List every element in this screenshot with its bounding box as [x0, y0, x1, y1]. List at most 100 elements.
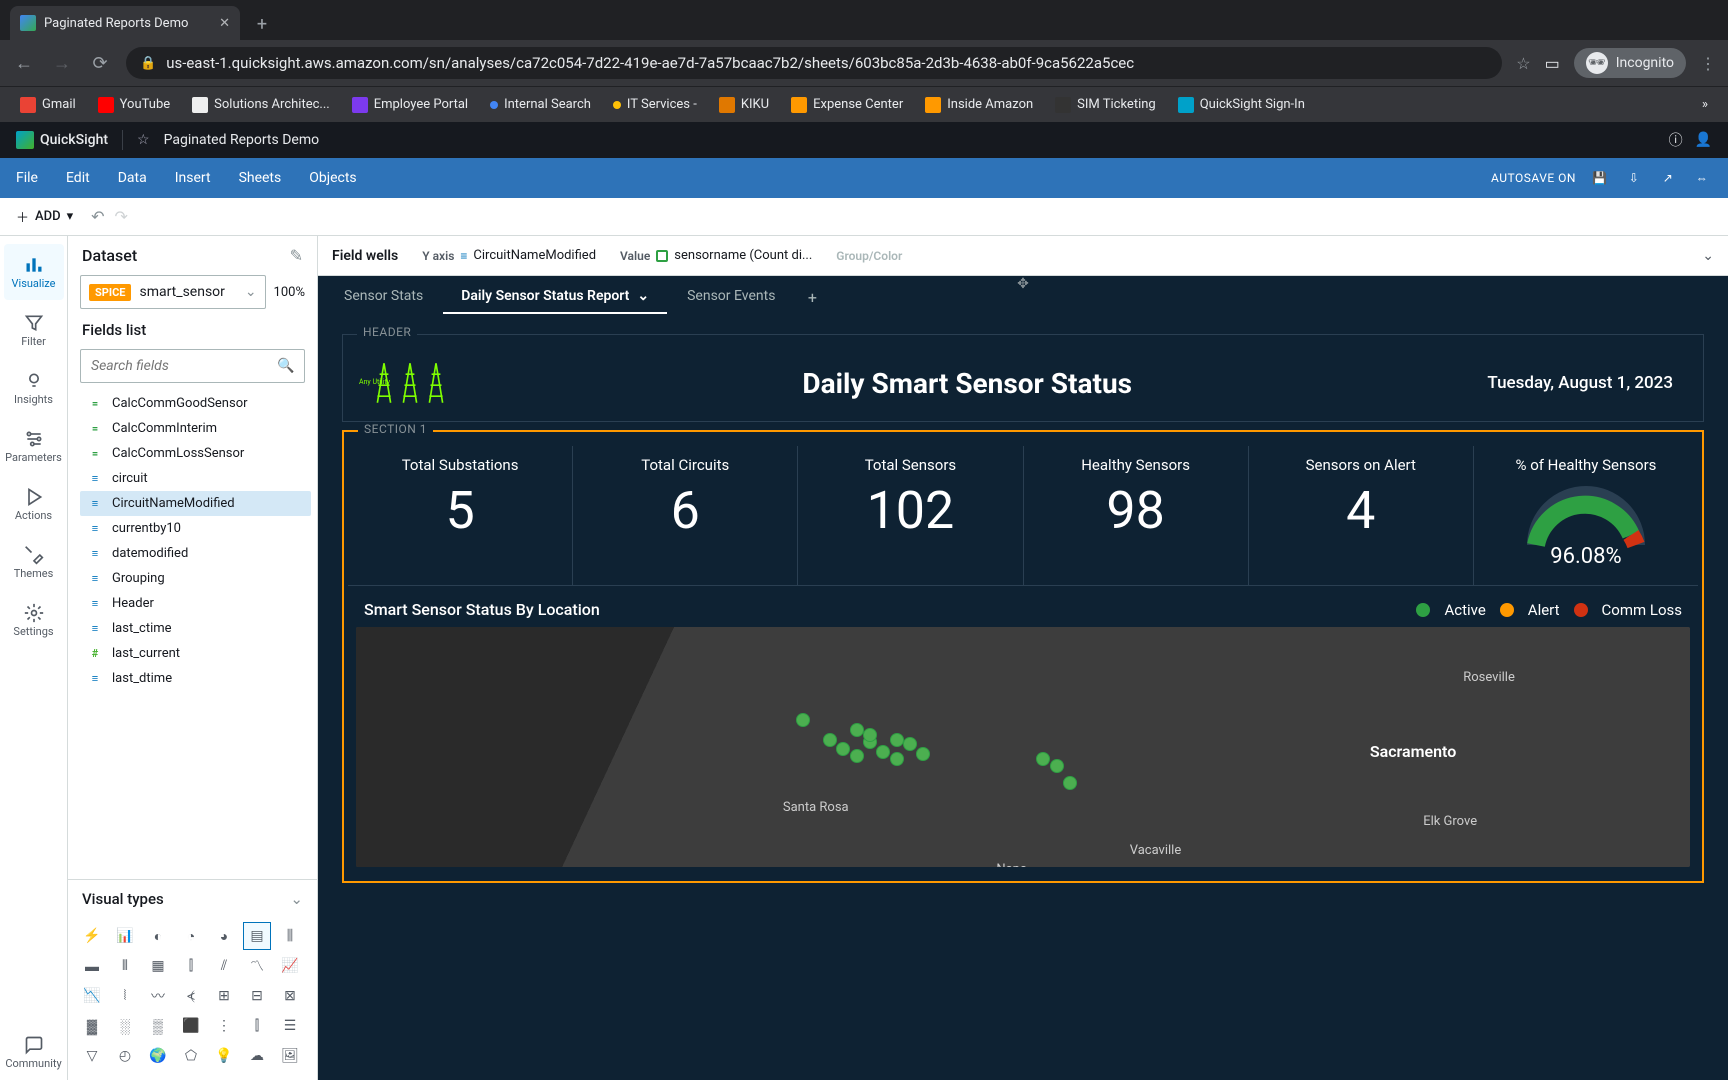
- kpi-3[interactable]: Healthy Sensors98: [1024, 446, 1249, 585]
- menu-edit[interactable]: Edit: [66, 170, 90, 186]
- menu-insert[interactable]: Insert: [175, 170, 211, 186]
- field-currentby10[interactable]: ≡currentby10: [80, 516, 311, 541]
- rail-settings[interactable]: Settings: [4, 592, 64, 648]
- sensor-dot[interactable]: [876, 745, 890, 759]
- visual-type-4[interactable]: ◕: [210, 922, 238, 950]
- visual-type-26[interactable]: ⫿: [243, 1012, 271, 1040]
- visual-type-27[interactable]: ☰: [276, 1012, 304, 1040]
- field-last_dtime[interactable]: ≡last_dtime: [80, 666, 311, 691]
- sheet-tab-sensor-events[interactable]: Sensor Events: [669, 280, 793, 314]
- bookmark-gmail[interactable]: Gmail: [12, 93, 84, 117]
- visual-type-5[interactable]: ▤: [243, 922, 271, 950]
- new-tab-button[interactable]: +: [246, 8, 278, 40]
- menu-objects[interactable]: Objects: [309, 170, 356, 186]
- bookmark-solutions[interactable]: Solutions Architec...: [184, 93, 338, 117]
- bookmark-kiku[interactable]: KIKU: [711, 93, 777, 117]
- menu-sheets[interactable]: Sheets: [239, 170, 282, 186]
- visual-type-0[interactable]: ⚡: [78, 922, 106, 950]
- search-input[interactable]: [91, 358, 269, 374]
- close-tab-icon[interactable]: ✕: [219, 16, 230, 31]
- visual-type-24[interactable]: ⬛: [177, 1012, 205, 1040]
- visual-type-32[interactable]: 💡: [210, 1042, 238, 1070]
- field-well-yaxis[interactable]: Y axis ≡ CircuitNameModified: [422, 248, 596, 263]
- menu-data[interactable]: Data: [118, 170, 147, 186]
- rail-themes[interactable]: Themes: [4, 534, 64, 590]
- help-icon[interactable]: ⓘ: [1669, 130, 1683, 150]
- bookmark-youtube[interactable]: YouTube: [90, 93, 179, 117]
- field-wells-chevron-icon[interactable]: ⌄: [1702, 248, 1714, 264]
- kpi-0[interactable]: Total Substations5: [348, 446, 573, 585]
- back-button[interactable]: ←: [12, 51, 36, 75]
- drag-handle-icon[interactable]: ✥: [1017, 276, 1029, 292]
- visual-type-11[interactable]: ⫽: [210, 952, 238, 980]
- add-button[interactable]: ＋ ADD ▾: [16, 207, 73, 226]
- visual-type-18[interactable]: ⊞: [210, 982, 238, 1010]
- visual-type-9[interactable]: ▦: [144, 952, 172, 980]
- rail-visualize[interactable]: Visualize: [4, 244, 64, 300]
- edit-dataset-icon[interactable]: ✎: [290, 246, 303, 265]
- visual-type-31[interactable]: ⬠: [177, 1042, 205, 1070]
- visual-type-34[interactable]: 🖼: [276, 1042, 304, 1070]
- rail-insights[interactable]: Insights: [4, 360, 64, 416]
- visual-type-1[interactable]: 📊: [111, 922, 139, 950]
- sensor-dot[interactable]: [863, 728, 877, 742]
- sensor-dot[interactable]: [823, 733, 837, 747]
- visual-type-23[interactable]: ▒: [144, 1012, 172, 1040]
- kpi-5[interactable]: % of Healthy Sensors 96.08%: [1474, 446, 1698, 585]
- field-last_ctime[interactable]: ≡last_ctime: [80, 616, 311, 641]
- bookmarks-overflow[interactable]: »: [1694, 93, 1716, 116]
- visual-type-22[interactable]: ░: [111, 1012, 139, 1040]
- bookmark-sim-ticketing[interactable]: SIM Ticketing: [1047, 93, 1164, 117]
- browser-tab[interactable]: Paginated Reports Demo ✕: [10, 6, 240, 40]
- fields-list[interactable]: =CalcCommGoodSensor=CalcCommInterim=Calc…: [68, 389, 317, 879]
- incognito-badge[interactable]: 🕶 Incognito: [1574, 48, 1686, 78]
- sensor-dot[interactable]: [1050, 759, 1064, 773]
- visual-type-33[interactable]: ☁: [243, 1042, 271, 1070]
- quicksight-logo[interactable]: QuickSight: [16, 131, 108, 149]
- field-Grouping[interactable]: ≡Grouping: [80, 566, 311, 591]
- field-Header[interactable]: ≡Header: [80, 591, 311, 616]
- field-datemodified[interactable]: ≡datemodified: [80, 541, 311, 566]
- bookmark-internal-search[interactable]: Internal Search: [482, 93, 599, 116]
- bookmark-it-services[interactable]: IT Services -: [605, 93, 705, 116]
- visual-type-29[interactable]: ◴: [111, 1042, 139, 1070]
- chevron-down-icon[interactable]: ⌄: [290, 890, 303, 908]
- chevron-down-icon[interactable]: ⌄: [637, 288, 649, 304]
- kpi-2[interactable]: Total Sensors102: [798, 446, 1023, 585]
- visual-type-14[interactable]: 📉: [78, 982, 106, 1010]
- browser-menu-icon[interactable]: ⋮: [1700, 54, 1716, 73]
- map-visual[interactable]: RosevilleSacramentoSanta RosaElk GroveVa…: [356, 627, 1690, 867]
- visual-type-7[interactable]: ▬: [78, 952, 106, 980]
- rail-parameters[interactable]: Parameters: [4, 418, 64, 474]
- bookmark-inside-amazon[interactable]: Inside Amazon: [917, 93, 1041, 117]
- forward-button[interactable]: →: [50, 51, 74, 75]
- undo-button[interactable]: ↶: [91, 207, 104, 226]
- visual-type-8[interactable]: ⦀: [111, 952, 139, 980]
- visual-type-15[interactable]: ⦚: [111, 982, 139, 1010]
- export-icon[interactable]: ⇩: [1624, 168, 1644, 188]
- sheet-tab-sensor-stats[interactable]: Sensor Stats: [326, 280, 441, 314]
- kpi-1[interactable]: Total Circuits6: [573, 446, 798, 585]
- visual-type-28[interactable]: ▽: [78, 1042, 106, 1070]
- star-icon[interactable]: ☆: [1516, 54, 1530, 73]
- rail-filter[interactable]: Filter: [4, 302, 64, 358]
- visual-type-25[interactable]: ⋮: [210, 1012, 238, 1040]
- share-icon[interactable]: ↗: [1658, 168, 1678, 188]
- sensor-dot[interactable]: [850, 749, 864, 763]
- reload-button[interactable]: ⟳: [88, 51, 112, 75]
- visual-type-2[interactable]: ◐: [144, 922, 172, 950]
- sensor-dot[interactable]: [890, 733, 904, 747]
- user-icon[interactable]: 👤: [1695, 132, 1712, 148]
- field-circuit[interactable]: ≡circuit: [80, 466, 311, 491]
- visual-type-6[interactable]: ⫼: [276, 922, 304, 950]
- field-last_current[interactable]: #last_current: [80, 641, 311, 666]
- field-CircuitNameModified[interactable]: ≡CircuitNameModified: [80, 491, 311, 516]
- rail-community[interactable]: Community: [4, 1024, 64, 1080]
- visual-type-20[interactable]: ⊠: [276, 982, 304, 1010]
- kpi-4[interactable]: Sensors on Alert4: [1249, 446, 1474, 585]
- fit-icon[interactable]: ⇔: [1692, 168, 1712, 188]
- visual-type-16[interactable]: 〰: [144, 982, 172, 1010]
- bookmark-expense-center[interactable]: Expense Center: [783, 93, 911, 117]
- save-icon[interactable]: 💾: [1590, 168, 1610, 188]
- menu-file[interactable]: File: [16, 170, 38, 186]
